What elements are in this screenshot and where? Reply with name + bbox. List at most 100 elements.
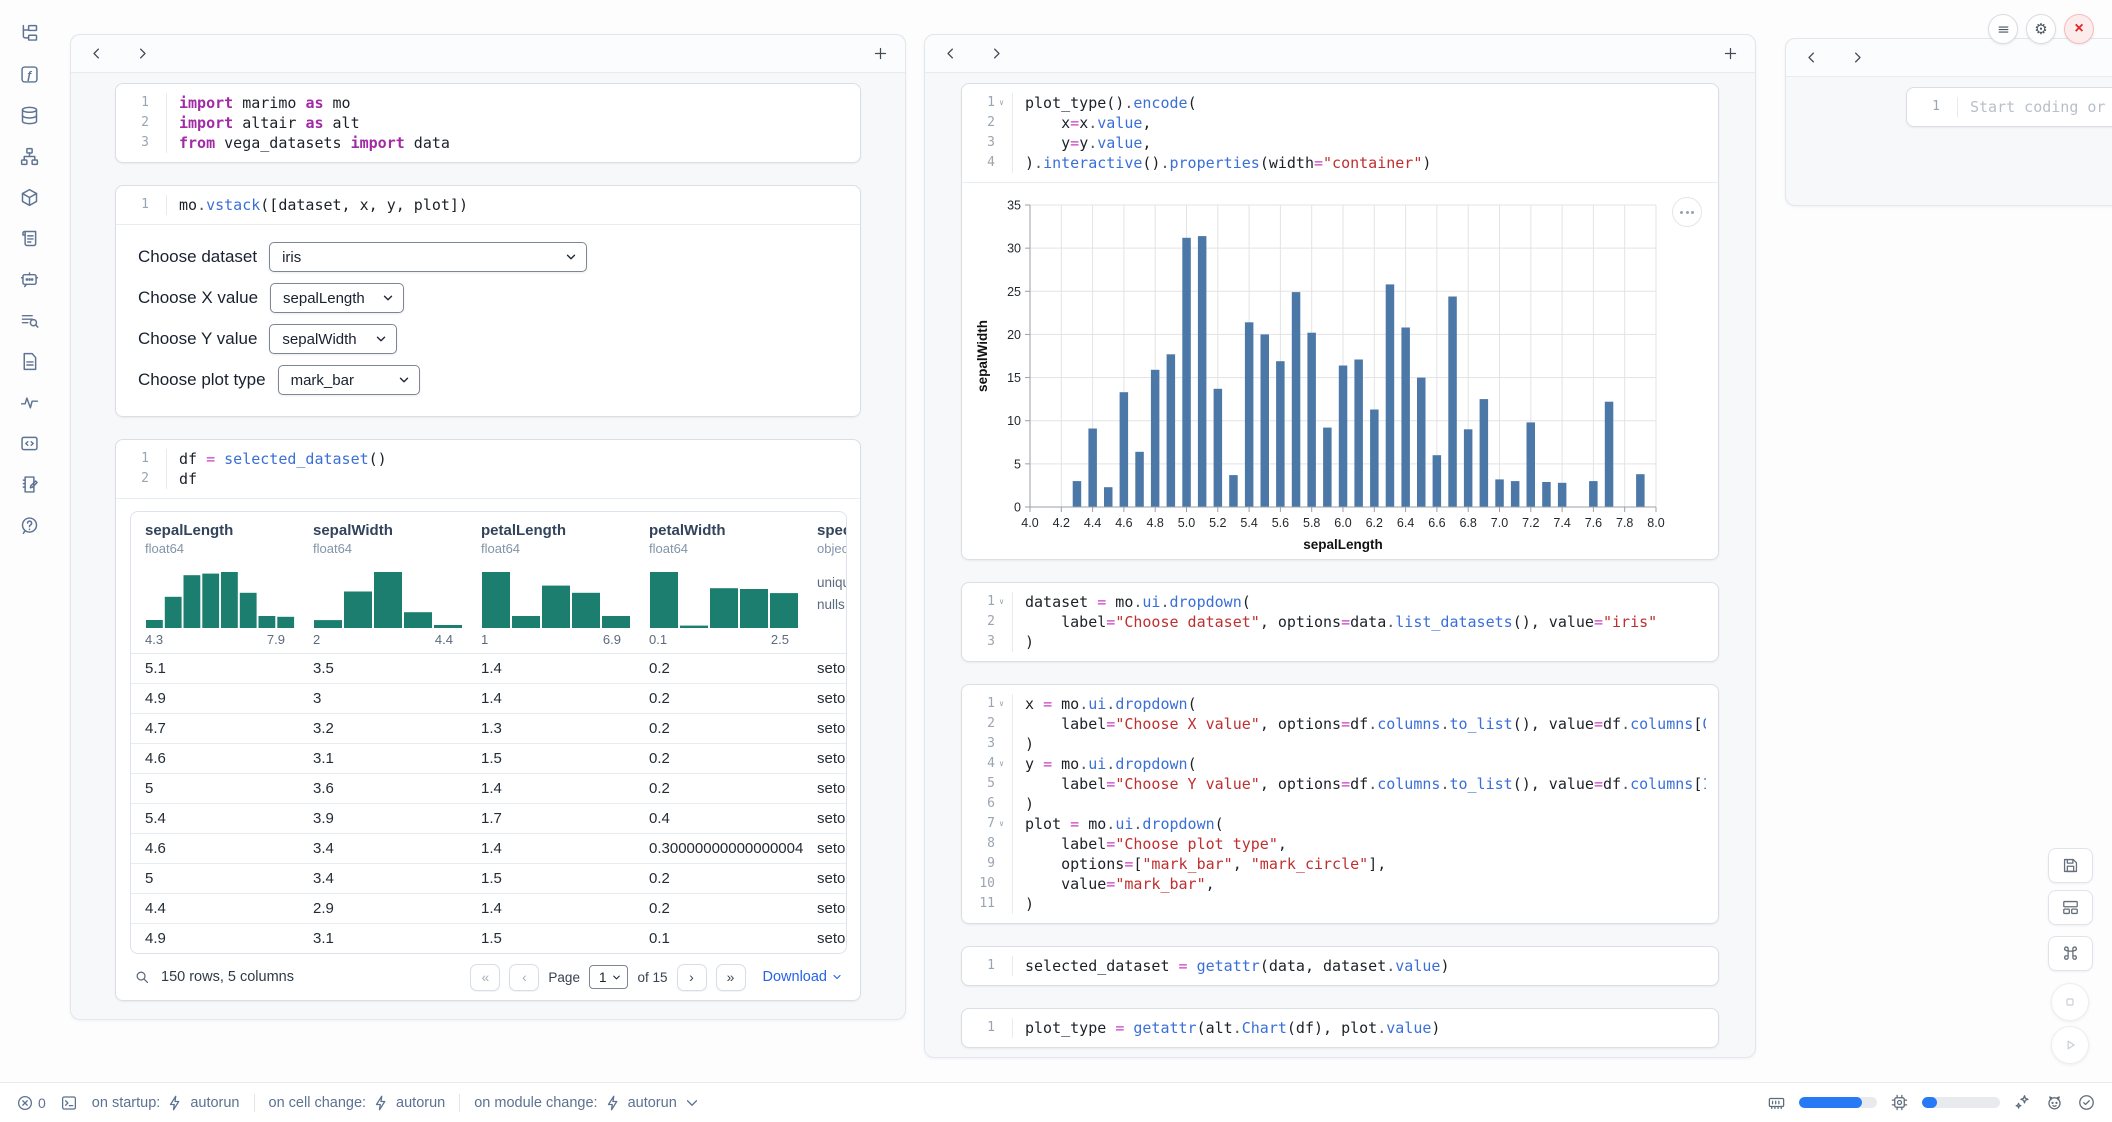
code-cell-xy-plot-dropdowns[interactable]: 1∨x = mo.ui.dropdown(2 label="Choose X v… <box>961 684 1719 924</box>
memory-icon <box>1767 1093 1786 1112</box>
column-name[interactable]: sepalLength <box>145 522 285 539</box>
functions-icon[interactable]: ƒ <box>16 61 42 87</box>
notebook-menu-button[interactable] <box>1988 14 2018 44</box>
scratchpad-icon[interactable] <box>16 471 42 497</box>
add-cell-button[interactable] <box>871 45 889 63</box>
table-row[interactable]: 5.43.91.70.4setosa <box>131 804 847 834</box>
code-cell-plot[interactable]: 1∨plot_type().encode(2 x=x.value,3 y=y.v… <box>961 83 1719 560</box>
terminal-button[interactable] <box>60 1094 78 1112</box>
snippets-icon[interactable] <box>16 430 42 456</box>
profiler-icon[interactable] <box>16 389 42 415</box>
table-row[interactable]: 4.63.11.50.2setosa <box>131 744 847 774</box>
column-histogram[interactable] <box>145 566 295 628</box>
code-cell-dataset-dropdown[interactable]: 1∨dataset = mo.ui.dropdown(2 label="Choo… <box>961 582 1719 662</box>
code-cell-plot-type[interactable]: 1plot_type = getattr(alt.Chart(df), plot… <box>961 1008 1719 1048</box>
table-cell: setosa <box>803 834 847 864</box>
errors-button[interactable]: 0 <box>16 1094 46 1112</box>
last-page-button[interactable]: » <box>716 964 746 991</box>
table-row[interactable]: 53.61.40.2setosa <box>131 774 847 804</box>
table-row[interactable]: 4.73.21.30.2setosa <box>131 714 847 744</box>
connection-status-button[interactable] <box>2077 1093 2096 1112</box>
column-histogram[interactable] <box>481 566 631 628</box>
table-cell: 3.6 <box>299 774 467 804</box>
dropdown-row: Choose plot typemark_bar <box>138 364 838 396</box>
table-row[interactable]: 4.931.40.2setosa <box>131 684 847 714</box>
code-line: 1∨dataset = mo.ui.dropdown( <box>966 592 1706 612</box>
empty-code-cell[interactable]: 1 Start coding or generate with AI <box>1906 87 2112 127</box>
code-line: 2import altair as alt <box>120 113 848 133</box>
next-page-button[interactable]: › <box>677 964 707 991</box>
page-select[interactable]: 1 <box>589 965 629 989</box>
marimo-assistant-button[interactable] <box>2045 1093 2064 1112</box>
table-row[interactable]: 5.13.51.40.2setosa <box>131 654 847 684</box>
prev-column-button[interactable] <box>87 45 105 63</box>
chevron-down-icon <box>831 971 843 983</box>
table-cell: 0.2 <box>635 684 803 714</box>
packages-icon[interactable] <box>16 184 42 210</box>
stop-button[interactable] <box>2051 983 2089 1021</box>
ai-chat-icon[interactable] <box>16 266 42 292</box>
chart-menu-button[interactable] <box>1672 197 1702 227</box>
next-column-button[interactable] <box>1848 49 1866 67</box>
help-icon[interactable] <box>16 512 42 538</box>
stop-icon <box>2061 993 2079 1011</box>
keyboard-shortcuts-button[interactable] <box>2048 936 2093 971</box>
svg-text:6.2: 6.2 <box>1366 516 1383 530</box>
code-placeholder[interactable]: Start coding or generate with AI <box>1957 97 2112 117</box>
table-row[interactable]: 53.41.50.2setosa <box>131 864 847 894</box>
code-line: 8 label="Choose plot type", <box>966 834 1706 854</box>
column-type: float64 <box>145 541 285 556</box>
shutdown-button[interactable]: × <box>2064 14 2094 44</box>
settings-button[interactable]: ⚙ <box>2026 14 2056 44</box>
documentation-icon[interactable] <box>16 348 42 374</box>
choose-y-value-select[interactable]: sepalWidth <box>269 324 397 354</box>
next-column-button[interactable] <box>987 45 1005 63</box>
first-page-button[interactable]: « <box>470 964 500 991</box>
choose-dataset-select[interactable]: iris <box>269 242 587 272</box>
column-histogram[interactable] <box>313 566 463 628</box>
prev-column-button[interactable] <box>1802 49 1820 67</box>
save-button[interactable] <box>2048 848 2093 883</box>
on-cell-change-setting[interactable]: on cell change: autorun <box>269 1094 446 1112</box>
column-histogram[interactable] <box>649 566 799 628</box>
next-column-button[interactable] <box>133 45 151 63</box>
dependency-graph-icon[interactable] <box>16 143 42 169</box>
check-circle-icon <box>2077 1093 2096 1112</box>
code-cell-dataframe[interactable]: 1df = selected_dataset()2df sepalLengthf… <box>115 439 861 1001</box>
column-min: 4.3 <box>145 632 163 647</box>
hamburger-icon <box>1996 22 2011 37</box>
file-tree-icon[interactable] <box>16 20 42 46</box>
altair-bar-chart[interactable]: 4.04.24.44.64.85.05.25.45.65.86.06.26.46… <box>972 191 1708 557</box>
table-cell: 4.4 <box>131 894 299 924</box>
column-name[interactable]: petalLength <box>481 522 621 539</box>
prev-page-button[interactable]: ‹ <box>509 964 539 991</box>
table-footer: 150 rows, 5 columns « ‹ Page 1 of 15 › »… <box>130 954 847 1000</box>
ai-assist-button[interactable] <box>2013 1093 2032 1112</box>
add-cell-button[interactable] <box>1721 45 1739 63</box>
table-row[interactable]: 4.42.91.40.2setosa <box>131 894 847 924</box>
column-name[interactable]: species <box>817 522 847 539</box>
search-icon[interactable] <box>134 969 151 986</box>
code-cell-selected-dataset[interactable]: 1selected_dataset = getattr(data, datase… <box>961 946 1719 986</box>
download-button[interactable]: Download <box>763 969 844 985</box>
on-startup-setting[interactable]: on startup: autorun <box>92 1094 240 1112</box>
column-min: 0.1 <box>649 632 667 647</box>
choose-x-value-select[interactable]: sepalLength <box>270 283 404 313</box>
column-name[interactable]: sepalWidth <box>313 522 453 539</box>
column-type: float64 <box>649 541 789 556</box>
column-min: 1 <box>481 632 488 647</box>
layout-button[interactable] <box>2048 890 2093 925</box>
choose-plot-type-select[interactable]: mark_bar <box>278 365 420 395</box>
prev-column-button[interactable] <box>941 45 959 63</box>
code-cell-imports[interactable]: 1import marimo as mo2import altair as al… <box>115 83 861 163</box>
column-name[interactable]: petalWidth <box>649 522 789 539</box>
datasources-icon[interactable] <box>16 102 42 128</box>
code-cell-vstack[interactable]: 1mo.vstack([dataset, x, y, plot]) Choose… <box>115 185 861 417</box>
table-cell: 1.4 <box>467 774 635 804</box>
table-row[interactable]: 4.93.11.50.1setosa <box>131 924 847 954</box>
tracing-icon[interactable] <box>16 307 42 333</box>
script-icon[interactable] <box>16 225 42 251</box>
table-row[interactable]: 4.63.41.40.30000000000000004setosa <box>131 834 847 864</box>
on-module-change-setting[interactable]: on module change: autorun <box>474 1094 701 1112</box>
run-button[interactable] <box>2051 1026 2089 1064</box>
